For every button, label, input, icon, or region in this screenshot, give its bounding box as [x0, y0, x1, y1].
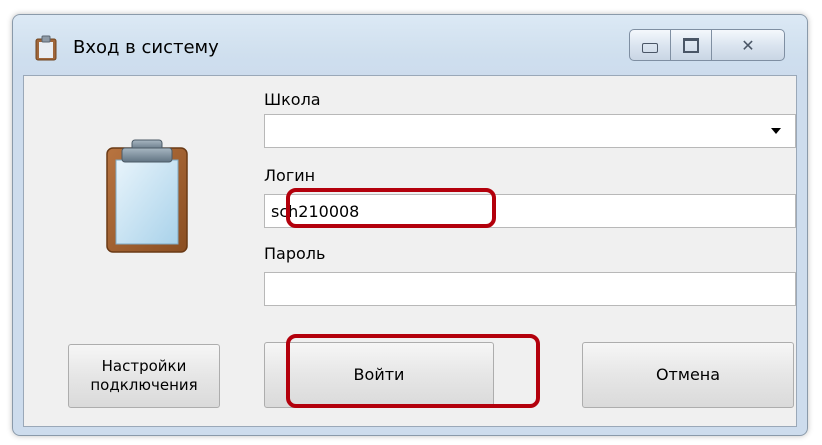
login-button[interactable]: Войти	[264, 342, 494, 408]
maximize-button[interactable]	[670, 29, 712, 61]
school-label: Школа	[264, 90, 321, 109]
login-label: Логин	[264, 166, 316, 185]
login-dialog-window: Вход в систему ✕ Школа Логин sch210008 П…	[12, 14, 808, 436]
clipboard-icon	[35, 35, 57, 61]
school-select[interactable]	[264, 114, 796, 148]
chevron-down-icon	[771, 128, 781, 134]
password-input[interactable]	[264, 272, 796, 306]
close-button[interactable]: ✕	[711, 29, 785, 61]
maximize-icon	[683, 37, 699, 53]
window-title: Вход в систему	[73, 37, 219, 58]
login-input[interactable]	[264, 194, 796, 228]
clipboard-icon	[106, 139, 188, 253]
password-label: Пароль	[264, 244, 326, 263]
close-icon: ✕	[741, 35, 755, 55]
minimize-icon	[642, 43, 658, 53]
dialog-content: Школа Логин Пароль Настройки подключения…	[23, 75, 797, 427]
cancel-button[interactable]: Отмена	[582, 342, 794, 408]
minimize-button[interactable]	[629, 29, 671, 61]
connection-settings-button[interactable]: Настройки подключения	[68, 344, 220, 408]
